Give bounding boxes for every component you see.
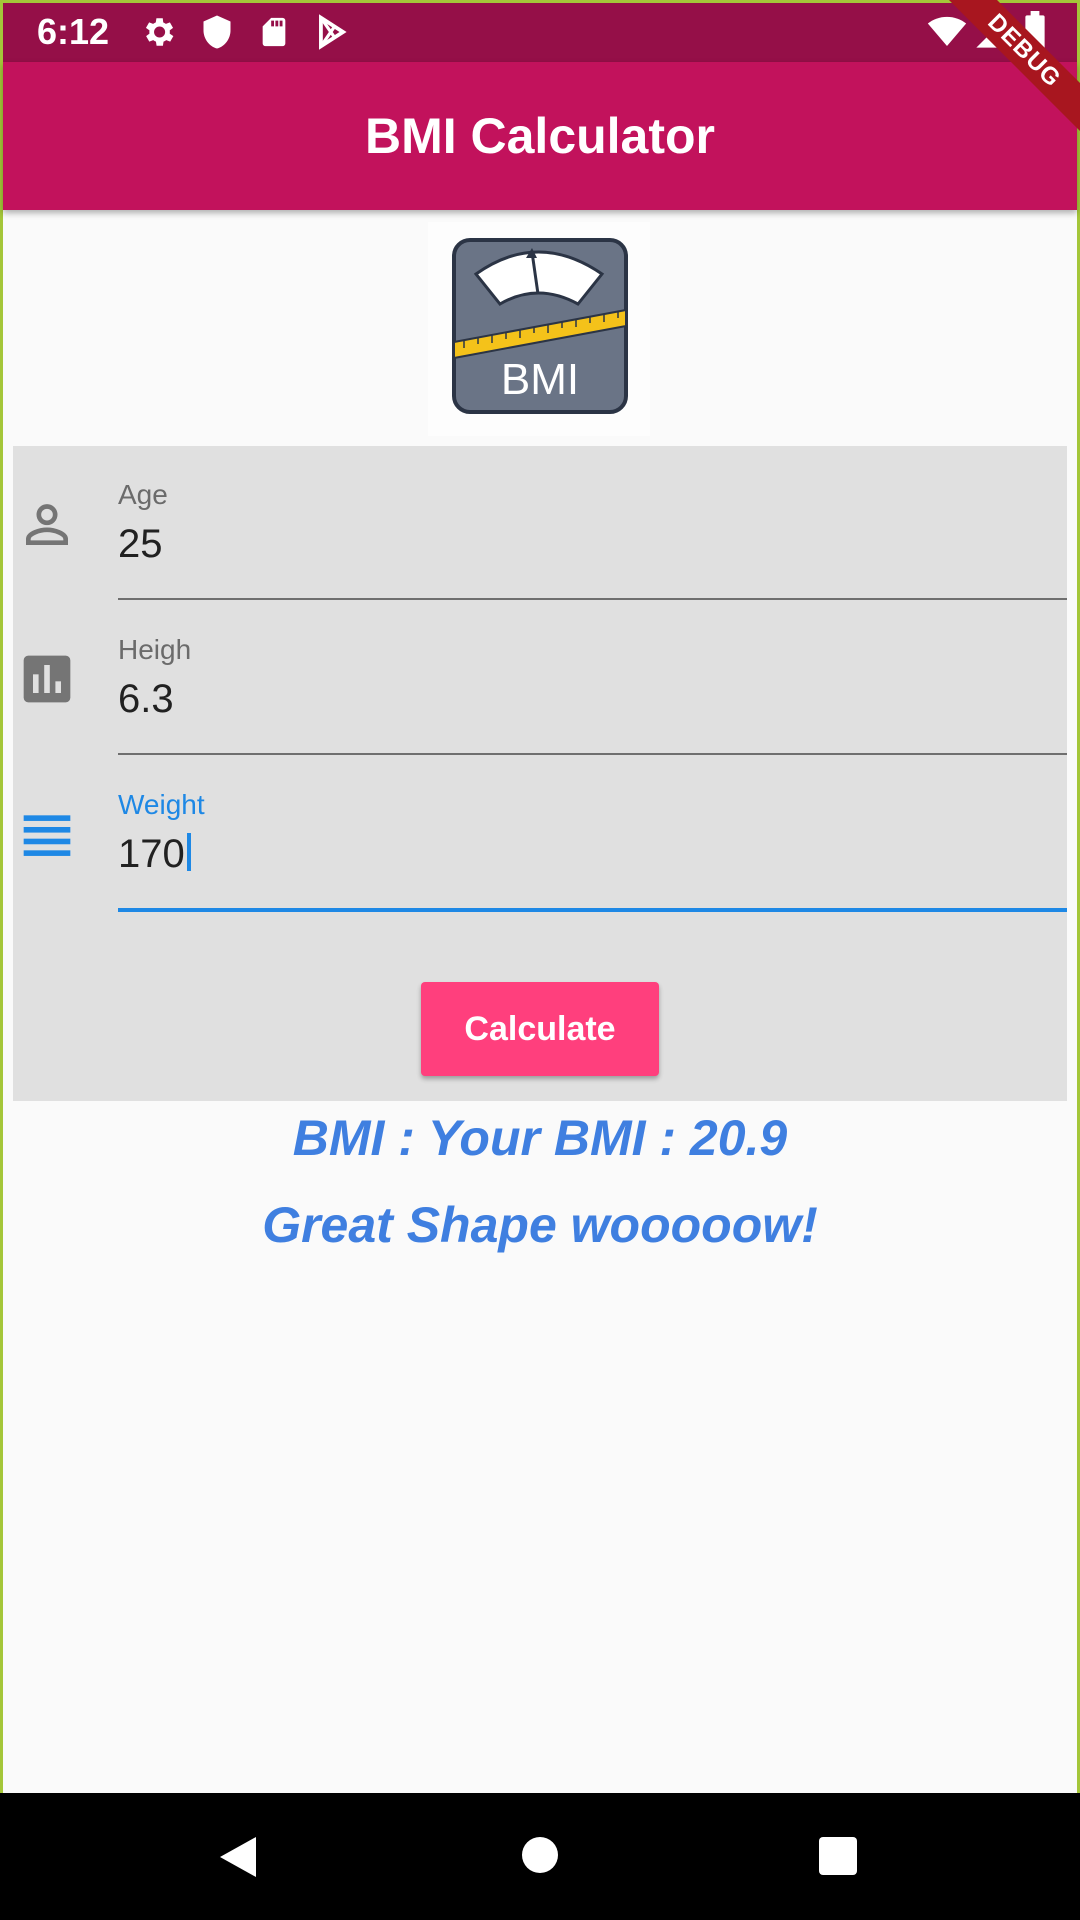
age-underline [118, 598, 1067, 600]
app-bar: BMI Calculator [3, 62, 1077, 210]
text-cursor [186, 833, 191, 871]
height-label: Heigh [118, 634, 192, 665]
bar-chart-icon [19, 651, 83, 715]
shield-icon [199, 13, 235, 56]
age-label: Age [118, 479, 168, 510]
recents-icon[interactable] [817, 1835, 859, 1882]
height-field[interactable]: Heigh 6.3 [13, 601, 1067, 756]
home-icon[interactable] [520, 1835, 560, 1880]
status-bar: 6:12 [3, 3, 1077, 62]
calculate-button[interactable]: Calculate [421, 982, 659, 1076]
lines-icon [19, 806, 83, 870]
debug-label: DEBUG [941, 0, 1080, 134]
back-icon[interactable] [216, 1833, 260, 1886]
settings-icon [139, 13, 177, 56]
navigation-bar [0, 1793, 1080, 1920]
debug-banner: DEBUG [940, 0, 1080, 140]
age-field[interactable]: Age 25 [13, 446, 1067, 601]
status-time: 6:12 [37, 11, 110, 52]
bmi-logo-icon: BMI [452, 238, 628, 414]
weight-field[interactable]: Weight 170 [13, 756, 1067, 912]
result-message: Great Shape wooooow! [262, 1197, 818, 1253]
weight-input[interactable]: 170 [118, 830, 191, 878]
sd-card-icon [257, 13, 291, 56]
play-store-icon [313, 13, 351, 56]
app-bar-title: BMI Calculator [364, 108, 716, 164]
bmi-result: BMI : Your BMI : 20.9 [292, 1110, 788, 1166]
weight-value: 170 [118, 832, 185, 876]
bmi-form: Age 25 Heigh 6.3 Weight 170 Calculate [13, 446, 1067, 1101]
bmi-logo: BMI [428, 222, 650, 436]
weight-label: Weight [118, 789, 205, 820]
height-underline [118, 753, 1067, 755]
weight-underline [118, 908, 1067, 912]
height-input[interactable]: 6.3 [118, 675, 174, 723]
logo-text: BMI [501, 355, 579, 404]
person-icon [19, 496, 83, 560]
age-input[interactable]: 25 [118, 520, 163, 568]
